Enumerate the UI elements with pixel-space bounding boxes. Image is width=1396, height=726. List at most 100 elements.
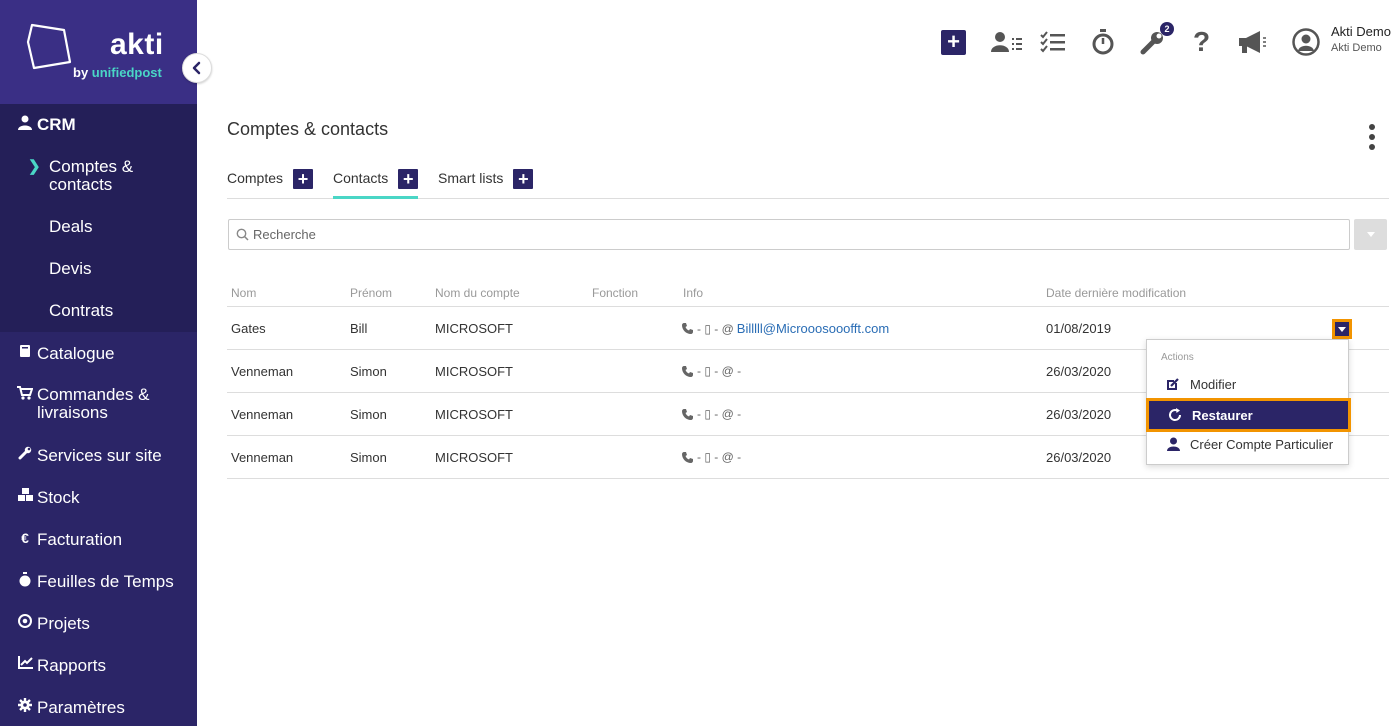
sidebar-item-feuilles-temps[interactable]: Feuilles de Temps: [0, 572, 197, 592]
add-compte-button[interactable]: +: [293, 169, 314, 189]
cell-info: - ▯ - @ -: [682, 407, 741, 421]
brand-sub: by unifiedpost: [73, 65, 162, 80]
kebab-dot: [1369, 144, 1375, 150]
table-header: Nom Prénom Nom du compte Fonction Info D…: [227, 278, 1389, 307]
menu-item-restaurer[interactable]: Restaurer: [1146, 398, 1351, 432]
akti-logo-icon: [26, 23, 72, 70]
col-date[interactable]: Date dernière modification: [1046, 286, 1186, 300]
search-icon: [236, 228, 249, 241]
sidebar-item-devis[interactable]: Devis: [49, 260, 92, 278]
tab-label: Contacts: [333, 170, 389, 186]
col-prenom[interactable]: Prénom: [350, 286, 392, 300]
phone-icon: [682, 365, 693, 377]
euro-icon: €: [21, 530, 29, 546]
person-icon: [1165, 437, 1181, 451]
stopwatch-icon: [1092, 29, 1114, 55]
sidebar-item-label: Commandes &: [37, 385, 150, 404]
add-contact-button[interactable]: +: [398, 169, 419, 189]
cell-date: 26/03/2020: [1046, 450, 1112, 465]
contacts-list-button[interactable]: [991, 28, 1023, 56]
sidebar-item-catalogue[interactable]: Catalogue: [0, 344, 197, 364]
tab-contacts[interactable]: Contacts +: [333, 163, 419, 199]
cell-compte: MICROSOFT: [435, 364, 513, 379]
sidebar-item-services[interactable]: Services sur site: [0, 446, 197, 466]
cell-info: - ▯ - @ Billlll@Microoosooofft.com: [682, 321, 889, 336]
user-circle-icon: [1292, 28, 1320, 56]
search-input[interactable]: [253, 227, 1333, 242]
info-prefix: - ▯ - @: [697, 321, 734, 336]
sidebar-item-crm[interactable]: CRM: [0, 115, 197, 135]
chevron-left-icon: [192, 61, 201, 75]
tab-comptes[interactable]: Comptes +: [227, 163, 314, 199]
sidebar-item-commandes[interactable]: Commandes & livraisons: [0, 386, 197, 422]
tab-smart-lists[interactable]: Smart lists +: [438, 163, 534, 199]
tab-label: Smart lists: [438, 170, 504, 186]
phone-icon: [682, 408, 693, 420]
cell-nom: Venneman: [231, 450, 294, 465]
sidebar-item-label: Projets: [37, 614, 90, 633]
col-info[interactable]: Info: [683, 286, 703, 300]
cell-date: 26/03/2020: [1046, 364, 1112, 379]
gear-icon: [17, 698, 33, 712]
page-title: Comptes & contacts: [227, 119, 389, 139]
cell-date: 26/03/2020: [1046, 407, 1112, 422]
add-smart-list-button[interactable]: +: [513, 169, 534, 189]
notification-badge: 2: [1160, 22, 1174, 36]
row-actions-toggle[interactable]: [1332, 319, 1352, 339]
menu-item-label: Modifier: [1190, 376, 1237, 392]
cell-compte: MICROSOFT: [435, 407, 513, 422]
col-compte[interactable]: Nom du compte: [435, 286, 520, 300]
col-fonction[interactable]: Fonction: [592, 286, 638, 300]
sidebar-item-parametres[interactable]: Paramètres: [0, 698, 197, 718]
timer-button[interactable]: [1091, 28, 1115, 56]
user-company: Akti Demo: [1331, 42, 1382, 54]
help-button[interactable]: ?: [1193, 26, 1211, 57]
sidebar-item-label: Feuilles de Temps: [37, 572, 174, 591]
sidebar-item-rapports[interactable]: Rapports: [0, 656, 197, 676]
sidebar-item-projets[interactable]: Projets: [0, 614, 197, 634]
sidebar-item-deals[interactable]: Deals: [49, 218, 92, 236]
brand-sub-prefix: by: [73, 65, 92, 80]
contacts-list-icon: [991, 32, 1022, 52]
question-icon: ?: [1193, 26, 1211, 57]
megaphone-icon: [1239, 31, 1266, 53]
info-prefix: - ▯ - @ -: [697, 364, 742, 378]
sidebar-item-comptes-contacts[interactable]: ❯ Comptes & contacts: [28, 158, 133, 194]
info-prefix: - ▯ - @ -: [697, 450, 742, 464]
announcements-button[interactable]: [1237, 28, 1267, 56]
phone-icon: [682, 323, 693, 334]
book-icon: [17, 344, 33, 358]
kebab-dot: [1369, 134, 1375, 140]
sidebar-item-stock[interactable]: Stock: [0, 488, 197, 508]
search-filter-dropdown[interactable]: [1354, 219, 1387, 250]
user-name[interactable]: Akti Demo: [1331, 24, 1391, 39]
stopwatch-icon: [17, 572, 33, 587]
menu-item-modifier[interactable]: Modifier: [1147, 369, 1348, 399]
menu-item-label: Créer Compte Particulier: [1190, 436, 1334, 452]
tab-label: Comptes: [227, 170, 284, 186]
edit-icon: [1165, 377, 1181, 391]
chevron-right-icon: ❯: [28, 158, 41, 175]
app-root: akti by unifiedpost CRM ❯ Comptes & cont…: [0, 0, 1396, 726]
info-prefix: - ▯ - @ -: [697, 407, 742, 421]
col-nom[interactable]: Nom: [231, 286, 256, 300]
sidebar-collapse-button[interactable]: [182, 53, 212, 83]
kebab-dot: [1369, 124, 1375, 130]
phone-icon: [682, 451, 693, 463]
quick-add-button[interactable]: +: [941, 28, 966, 56]
email-link[interactable]: Billlll@Microoosooofft.com: [737, 321, 889, 336]
sidebar-item-contrats[interactable]: Contrats: [49, 302, 113, 320]
user-avatar-button[interactable]: [1292, 28, 1320, 56]
brand-name: akti: [110, 28, 164, 61]
sidebar-item-label: contacts: [49, 175, 113, 194]
tabs-bar: Comptes + Contacts + Smart lists +: [227, 163, 1389, 199]
tools-button[interactable]: 2: [1140, 22, 1174, 56]
tasks-button[interactable]: [1040, 28, 1066, 56]
menu-item-creer-compte[interactable]: Créer Compte Particulier: [1147, 429, 1348, 459]
cell-compte: MICROSOFT: [435, 321, 513, 336]
sidebar-item-label: Services sur site: [37, 446, 162, 465]
cell-info: - ▯ - @ -: [682, 450, 741, 464]
more-options-button[interactable]: [1367, 124, 1377, 150]
sidebar-item-facturation[interactable]: € Facturation: [0, 530, 197, 550]
sidebar-item-label: livraisons: [37, 403, 108, 422]
